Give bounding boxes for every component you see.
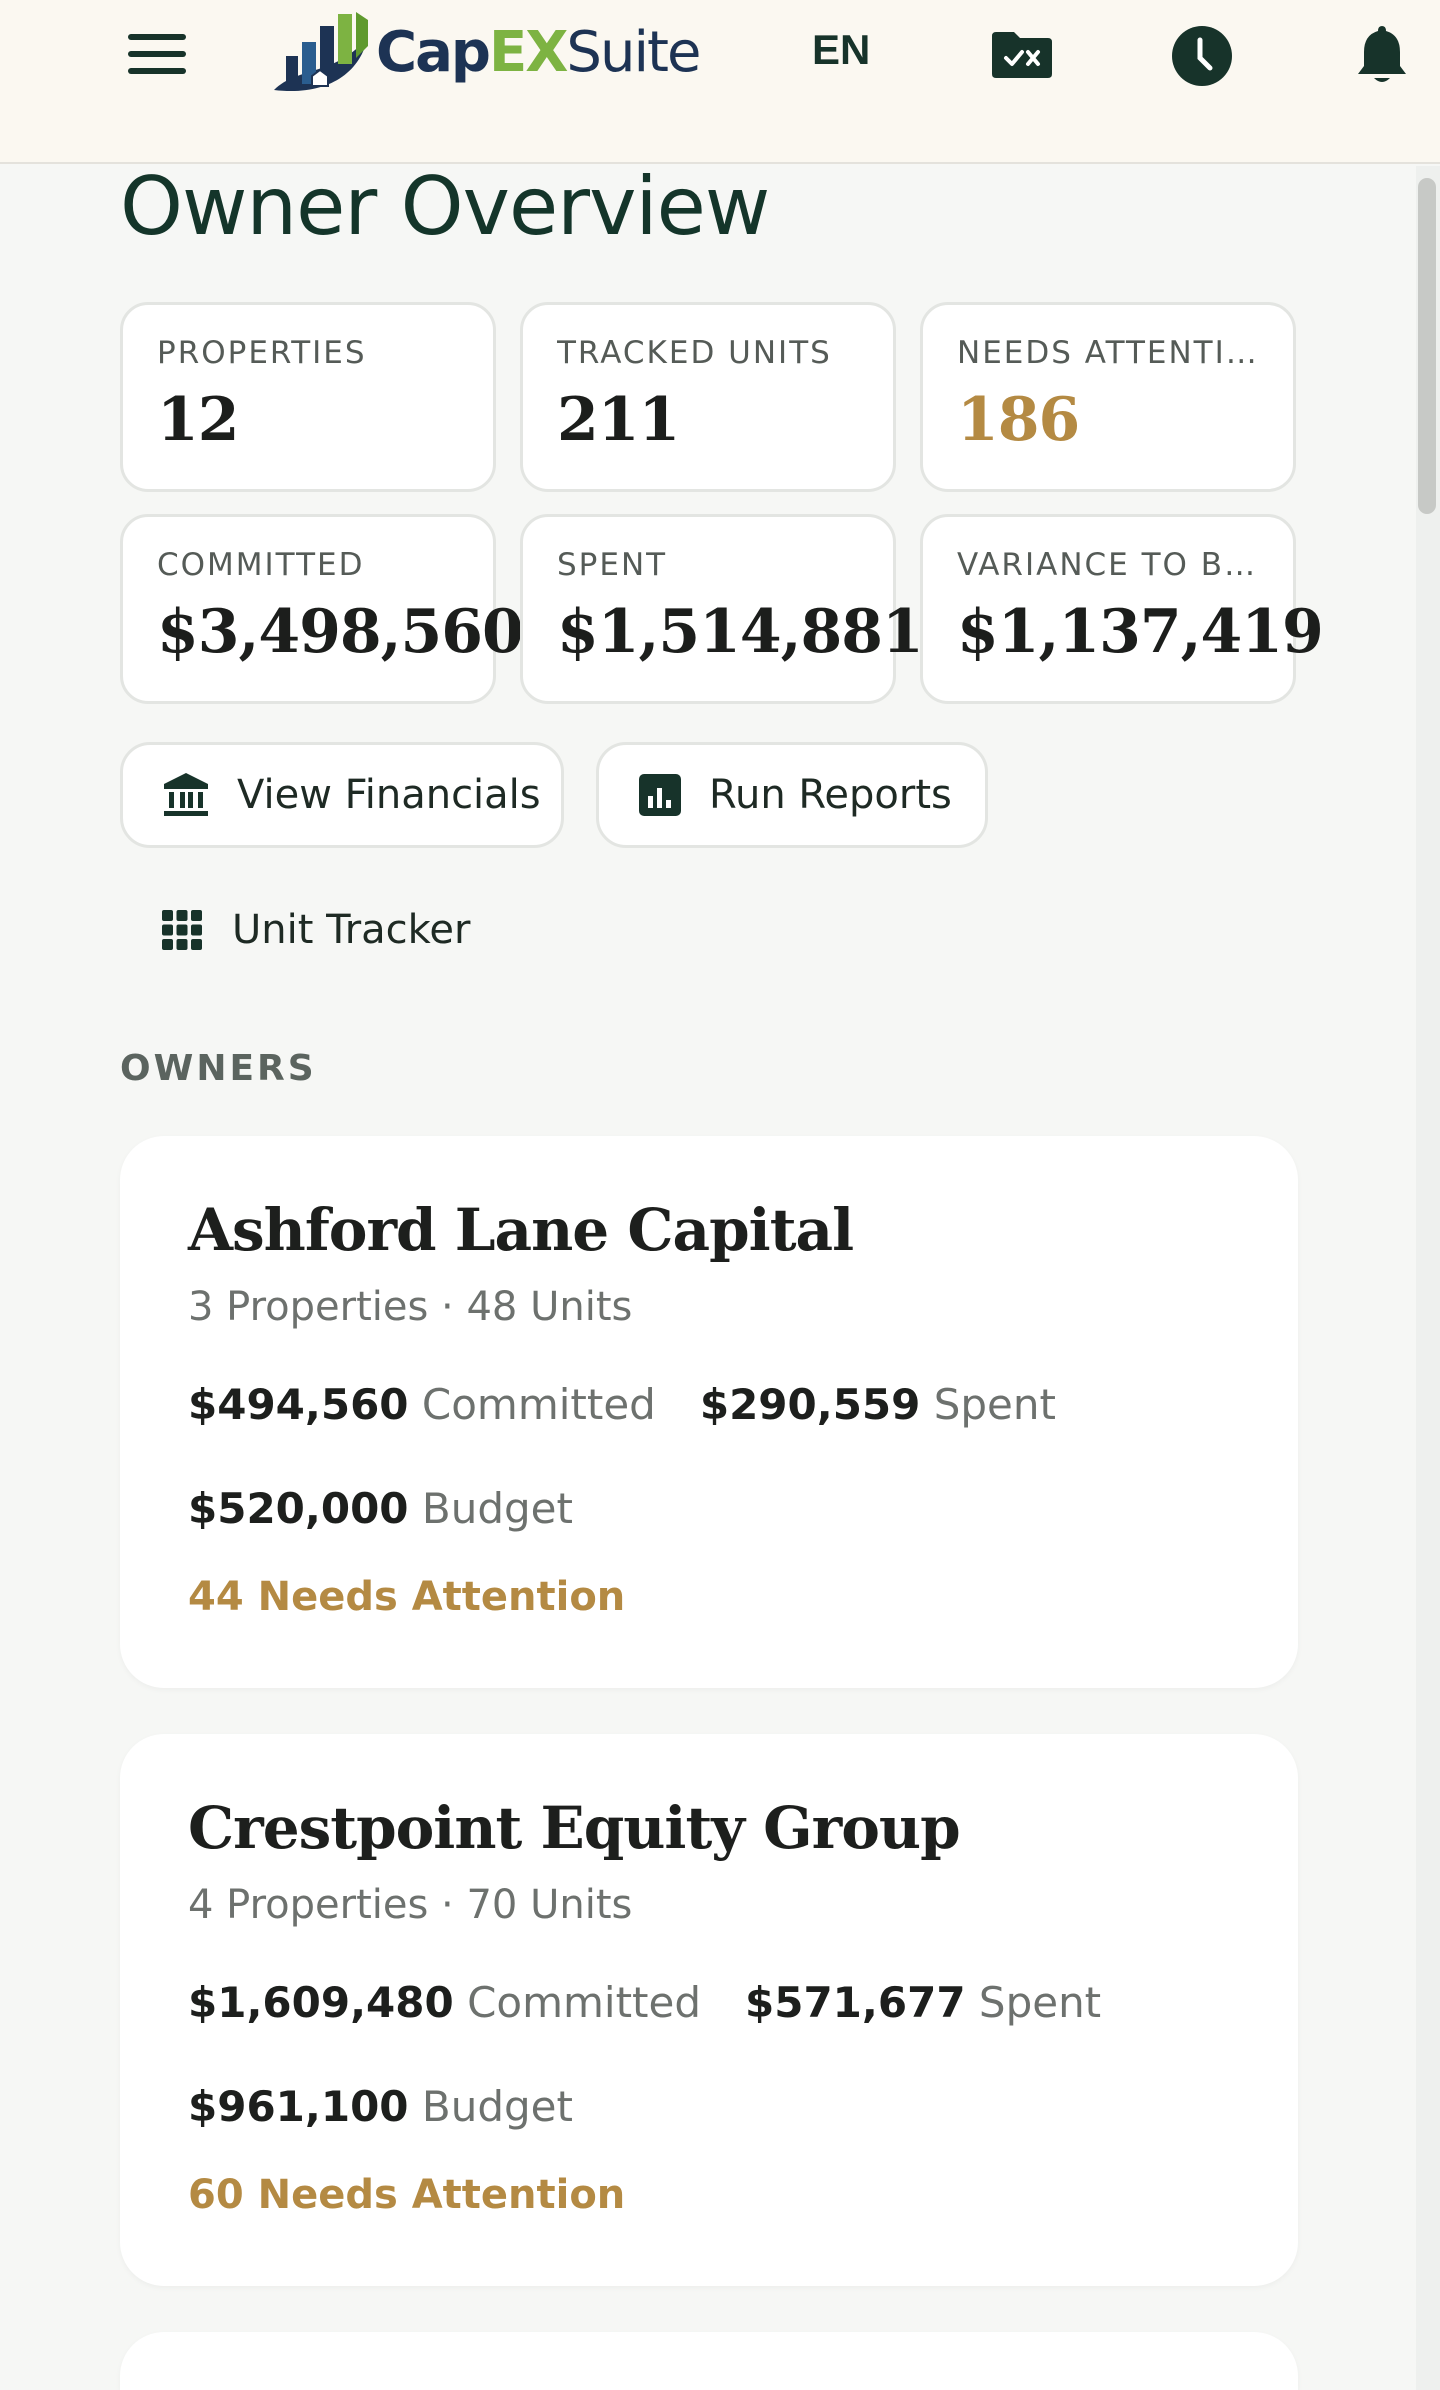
section-label-owners: OWNERS — [120, 1048, 317, 1089]
committed-metric: $494,560 Committed — [188, 1380, 656, 1429]
stat-value: 12 — [157, 385, 240, 455]
button-label: Run Reports — [709, 772, 952, 818]
stat-value: $1,514,881 — [557, 597, 924, 667]
bell-icon[interactable] — [1350, 22, 1414, 86]
stat-value: $1,137,419 — [957, 597, 1324, 667]
run-reports-button[interactable]: Run Reports — [596, 742, 988, 848]
owner-metrics-row: $1,609,480 Committed $571,677 Spent — [188, 1978, 1101, 2027]
logo-buildings-icon — [274, 12, 368, 92]
menu-icon[interactable] — [128, 34, 186, 74]
language-selector[interactable]: EN — [812, 26, 870, 74]
budget-metric: $520,000 Budget — [188, 1484, 573, 1533]
stat-label: VARIANCE TO BU… — [957, 547, 1259, 583]
link-label: Unit Tracker — [232, 907, 471, 953]
owner-card-partial[interactable] — [120, 2332, 1298, 2390]
app-logo[interactable]: CapEXSuite — [268, 6, 701, 100]
owner-subtitle: 3 Properties · 48 Units — [188, 1284, 633, 1330]
owner-name: Crestpoint Equity Group — [188, 1794, 961, 1862]
owner-budget-row: $520,000 Budget — [188, 1484, 573, 1533]
budget-metric: $961,100 Budget — [188, 2082, 573, 2131]
top-bar: CapEXSuite EN — [0, 0, 1440, 164]
owner-name: Ashford Lane Capital — [188, 1196, 854, 1264]
view-financials-button[interactable]: View Financials — [120, 742, 564, 848]
stat-value: 211 — [557, 385, 680, 455]
stat-value: 186 — [957, 385, 1080, 455]
stat-label: SPENT — [557, 547, 668, 583]
stat-card-needs-attention: NEEDS ATTENTI… 186 — [920, 302, 1296, 492]
owner-subtitle: 4 Properties · 70 Units — [188, 1882, 633, 1928]
stat-card-spent: SPENT $1,514,881 — [520, 514, 924, 704]
owner-budget-row: $961,100 Budget — [188, 2082, 573, 2131]
committed-metric: $1,609,480 Committed — [188, 1978, 702, 2027]
needs-attention-badge: 44 Needs Attention — [188, 1574, 626, 1620]
stat-card-tracked-units: TRACKED UNITS 211 — [520, 302, 896, 492]
stat-card-committed: COMMITTED $3,498,560 — [120, 514, 524, 704]
logo-wordmark: CapEXSuite — [376, 20, 701, 85]
bar-chart-icon — [639, 774, 681, 816]
spent-metric: $571,677 Spent — [745, 1978, 1102, 2027]
spent-metric: $290,559 Spent — [699, 1380, 1056, 1429]
stat-label: PROPERTIES — [157, 335, 367, 371]
bank-icon — [164, 773, 208, 816]
owner-card[interactable]: Crestpoint Equity Group 4 Properties · 7… — [120, 1734, 1298, 2286]
scrollbar-thumb[interactable] — [1418, 178, 1436, 514]
stat-label: NEEDS ATTENTI… — [957, 335, 1259, 371]
stat-card-properties: PROPERTIES 12 — [120, 302, 496, 492]
owner-metrics-row: $494,560 Committed $290,559 Spent — [188, 1380, 1056, 1429]
unit-tracker-link[interactable]: Unit Tracker — [160, 890, 470, 970]
button-label: View Financials — [237, 772, 541, 818]
clock-icon[interactable] — [1170, 22, 1234, 86]
stat-value: $3,498,560 — [157, 597, 524, 667]
stat-label: TRACKED UNITS — [557, 335, 832, 371]
page-title: Owner Overview — [120, 160, 770, 253]
owner-card[interactable]: Ashford Lane Capital 3 Properties · 48 U… — [120, 1136, 1298, 1688]
stat-label: COMMITTED — [157, 547, 365, 583]
needs-attention-badge: 60 Needs Attention — [188, 2172, 626, 2218]
folder-check-icon[interactable] — [990, 22, 1054, 86]
stat-card-variance-to-budget: VARIANCE TO BU… $1,137,419 — [920, 514, 1324, 704]
grid-icon — [162, 910, 202, 950]
